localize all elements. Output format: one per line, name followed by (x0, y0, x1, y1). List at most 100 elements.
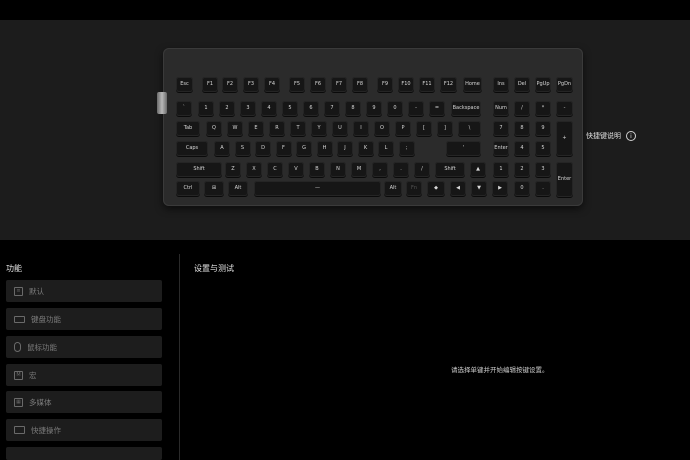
key-slash[interactable]: / (414, 162, 430, 177)
key-f5[interactable]: F5 (289, 77, 305, 92)
key-e[interactable]: E (248, 121, 264, 136)
key-r[interactable]: R (269, 121, 285, 136)
key-w[interactable]: W (227, 121, 243, 136)
key-fn[interactable]: Fn (406, 181, 422, 196)
key-s[interactable]: S (234, 141, 251, 156)
key-np7[interactable]: 7 (493, 121, 509, 136)
key-np0[interactable]: 0 (514, 181, 530, 196)
key-f[interactable]: F (275, 141, 292, 156)
key-np2[interactable]: 2 (514, 162, 530, 177)
key-minus[interactable]: - (408, 101, 424, 116)
key-f12[interactable]: F12 (440, 77, 457, 92)
key-g[interactable]: G (296, 141, 312, 156)
key-grave[interactable]: ` (176, 101, 192, 116)
key-backslash[interactable]: \ (458, 121, 481, 136)
key-home[interactable]: Home (463, 77, 482, 92)
key-b[interactable]: B (309, 162, 325, 177)
key-backspace[interactable]: Backspace (451, 101, 481, 116)
key-p[interactable]: P (395, 121, 411, 136)
key-left[interactable]: ◀ (450, 181, 466, 196)
function-item-shortcut[interactable]: 快捷操作 (6, 419, 162, 441)
key-pgdn[interactable]: PgDn (556, 77, 573, 92)
key-lalt[interactable]: Alt (228, 181, 248, 196)
key-np-plus[interactable]: + (556, 121, 573, 156)
key-rshift[interactable]: Shift (435, 162, 465, 177)
key-k[interactable]: K (357, 141, 374, 156)
key-np9[interactable]: 9 (535, 121, 551, 136)
key-x[interactable]: X (246, 162, 262, 177)
key-n[interactable]: N (330, 162, 346, 177)
function-item-keyboard[interactable]: 键盘功能 (6, 308, 162, 330)
key-j[interactable]: J (337, 141, 353, 156)
key-right[interactable]: ▶ (492, 181, 508, 196)
info-icon[interactable]: i (626, 131, 636, 141)
key-lbracket[interactable]: [ (416, 121, 432, 136)
key-m[interactable]: M (351, 162, 367, 177)
key-menu[interactable]: ◆ (427, 181, 445, 196)
function-item-macro[interactable]: M 宏 (6, 364, 162, 386)
key-np-star[interactable]: * (535, 101, 551, 116)
key-3[interactable]: 3 (240, 101, 256, 116)
key-np4[interactable]: 4 (514, 141, 530, 156)
key-t[interactable]: T (290, 121, 306, 136)
key-comma[interactable]: , (372, 162, 388, 177)
key-pgup[interactable]: PgUp (535, 77, 551, 92)
key-l[interactable]: L (378, 141, 394, 156)
key-c[interactable]: C (267, 162, 283, 177)
key-lshift[interactable]: Shift (176, 162, 222, 177)
key-np8[interactable]: 8 (514, 121, 530, 136)
key-h[interactable]: H (316, 141, 333, 156)
key-quote[interactable]: ' (446, 141, 481, 156)
key-f7[interactable]: F7 (331, 77, 347, 92)
key-q[interactable]: Q (206, 121, 222, 136)
key-semicolon[interactable]: ; (398, 141, 415, 156)
key-f2[interactable]: F2 (222, 77, 238, 92)
key-f9[interactable]: F9 (377, 77, 393, 92)
key-4[interactable]: 4 (261, 101, 277, 116)
key-rbracket[interactable]: ] (437, 121, 453, 136)
function-item-more[interactable] (6, 447, 162, 460)
key-y[interactable]: Y (311, 121, 327, 136)
key-up[interactable]: ▲ (470, 162, 486, 177)
key-d[interactable]: D (255, 141, 271, 156)
key-tab[interactable]: Tab (176, 121, 200, 136)
key-0[interactable]: 0 (387, 101, 403, 116)
key-caps[interactable]: Caps (176, 141, 208, 156)
key-v[interactable]: V (288, 162, 304, 177)
key-win[interactable]: ⊞ (204, 181, 224, 196)
key-ins[interactable]: Ins (493, 77, 509, 92)
key-f10[interactable]: F10 (398, 77, 414, 92)
key-space[interactable]: — (254, 181, 381, 196)
key-1[interactable]: 1 (198, 101, 214, 116)
key-2[interactable]: 2 (219, 101, 235, 116)
key-f4[interactable]: F4 (264, 77, 280, 92)
shortcut-help[interactable]: 快捷键说明 i (586, 131, 636, 141)
key-7[interactable]: 7 (324, 101, 340, 116)
key-i[interactable]: I (353, 121, 369, 136)
key-np5[interactable]: 5 (535, 141, 551, 156)
key-np-minus[interactable]: - (556, 101, 573, 116)
function-item-media[interactable]: ▦ 多媒体 (6, 391, 162, 413)
key-enter[interactable]: Enter (493, 141, 509, 156)
key-z[interactable]: Z (225, 162, 241, 177)
volume-knob[interactable] (157, 92, 167, 114)
key-ralt[interactable]: Alt (384, 181, 402, 196)
key-6[interactable]: 6 (303, 101, 319, 116)
key-period[interactable]: . (393, 162, 409, 177)
key-f8[interactable]: F8 (352, 77, 368, 92)
key-equal[interactable]: = (429, 101, 445, 116)
key-u[interactable]: U (332, 121, 348, 136)
key-num[interactable]: Num (493, 101, 509, 116)
key-f11[interactable]: F11 (419, 77, 435, 92)
key-esc[interactable]: Esc (176, 77, 193, 92)
key-np-dot[interactable]: . (535, 181, 551, 196)
key-9[interactable]: 9 (366, 101, 382, 116)
key-np-enter[interactable]: Enter (556, 162, 573, 197)
key-f3[interactable]: F3 (243, 77, 259, 92)
key-o[interactable]: O (374, 121, 390, 136)
function-item-mouse[interactable]: 鼠标功能 (6, 336, 162, 358)
key-ctrl[interactable]: Ctrl (176, 181, 200, 196)
key-f1[interactable]: F1 (202, 77, 218, 92)
key-np1[interactable]: 1 (493, 162, 509, 177)
key-np-slash[interactable]: / (514, 101, 530, 116)
